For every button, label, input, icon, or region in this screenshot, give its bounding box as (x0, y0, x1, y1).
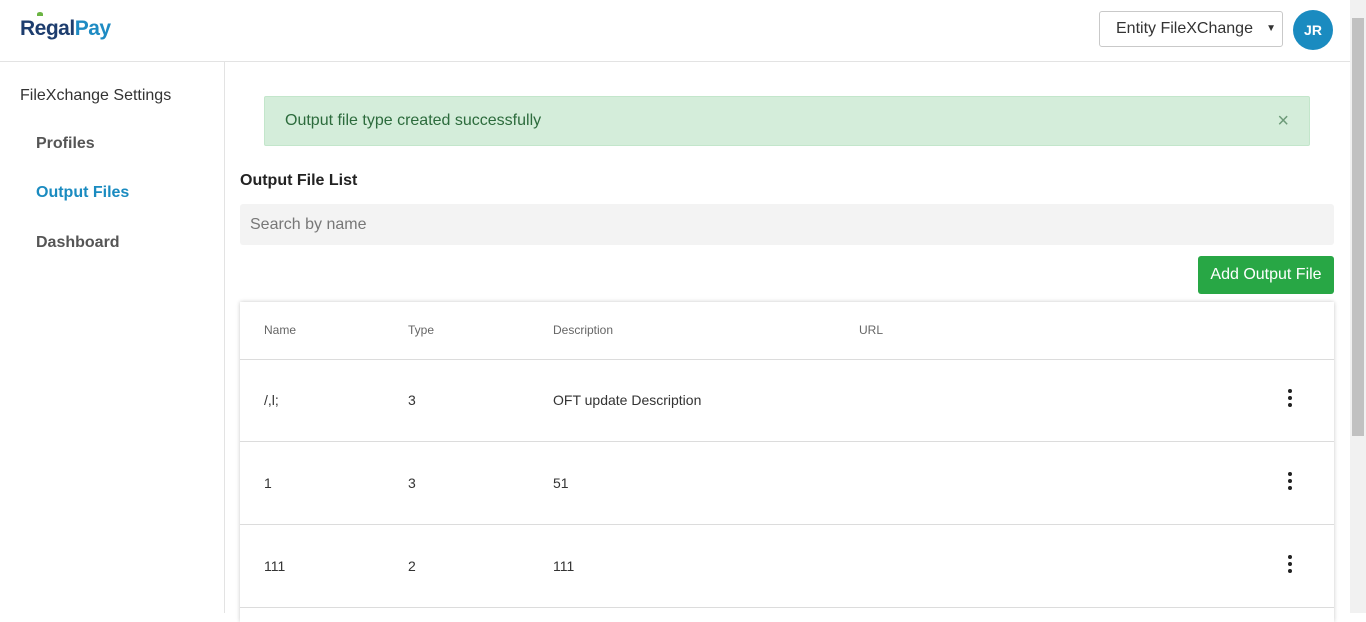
page-scrollbar[interactable] (1350, 0, 1366, 613)
regalpay-logo[interactable]: RegalPay (20, 12, 111, 41)
cell-type: 3 (408, 392, 416, 408)
chevron-down-icon: ▼ (1266, 23, 1276, 34)
more-options-icon[interactable] (1280, 389, 1300, 411)
column-header-type[interactable]: Type (408, 323, 434, 337)
sidebar-item-profiles[interactable]: Profiles (36, 135, 95, 153)
cell-name: 111 (264, 558, 286, 574)
sidebar-item-output-files[interactable]: Output Files (36, 184, 129, 202)
more-options-icon[interactable] (1280, 472, 1300, 494)
table-header: Name Type Description URL (240, 302, 1334, 360)
scrollbar-thumb[interactable] (1352, 18, 1364, 436)
cell-description: 51 (553, 475, 569, 491)
column-header-description[interactable]: Description (553, 323, 613, 337)
table-row[interactable]: /,l; 3 OFT update Description (240, 359, 1334, 442)
cell-type: 2 (408, 558, 416, 574)
column-header-url[interactable]: URL (859, 323, 883, 337)
table-row[interactable]: 1 3 51 (240, 442, 1334, 525)
logo-text-pay: Pay (74, 17, 111, 40)
logo-text-regal: Regal (20, 17, 75, 40)
success-alert: Output file type created successfully × (264, 96, 1310, 146)
page-title: Output File List (240, 172, 358, 189)
output-file-table: Name Type Description URL /,l; 3 OFT upd… (240, 302, 1334, 622)
sidebar: FileXchange Settings Profiles Output Fil… (0, 62, 225, 613)
cell-type: 3 (408, 475, 416, 491)
entity-select[interactable]: Entity FileXChange ▼ (1099, 11, 1283, 47)
logo-accent-icon (37, 12, 43, 16)
search-input[interactable] (240, 204, 1334, 245)
more-options-icon[interactable] (1280, 555, 1300, 577)
cell-name: 1 (264, 475, 272, 491)
column-header-name[interactable]: Name (264, 323, 296, 337)
top-header: RegalPay Entity FileXChange ▼ JR (0, 0, 1350, 62)
table-row[interactable]: 111 2 111 (240, 525, 1334, 608)
cell-description: 111 (553, 558, 575, 574)
sidebar-item-dashboard[interactable]: Dashboard (36, 234, 120, 252)
alert-message: Output file type created successfully (285, 112, 542, 129)
sidebar-title: FileXchange Settings (20, 87, 172, 104)
add-output-file-button[interactable]: Add Output File (1198, 256, 1334, 294)
cell-name: /,l; (264, 392, 279, 408)
entity-select-value: Entity FileXChange (1116, 20, 1253, 37)
user-avatar[interactable]: JR (1293, 10, 1333, 50)
cell-description: OFT update Description (553, 392, 702, 408)
close-icon[interactable]: × (1277, 97, 1289, 145)
